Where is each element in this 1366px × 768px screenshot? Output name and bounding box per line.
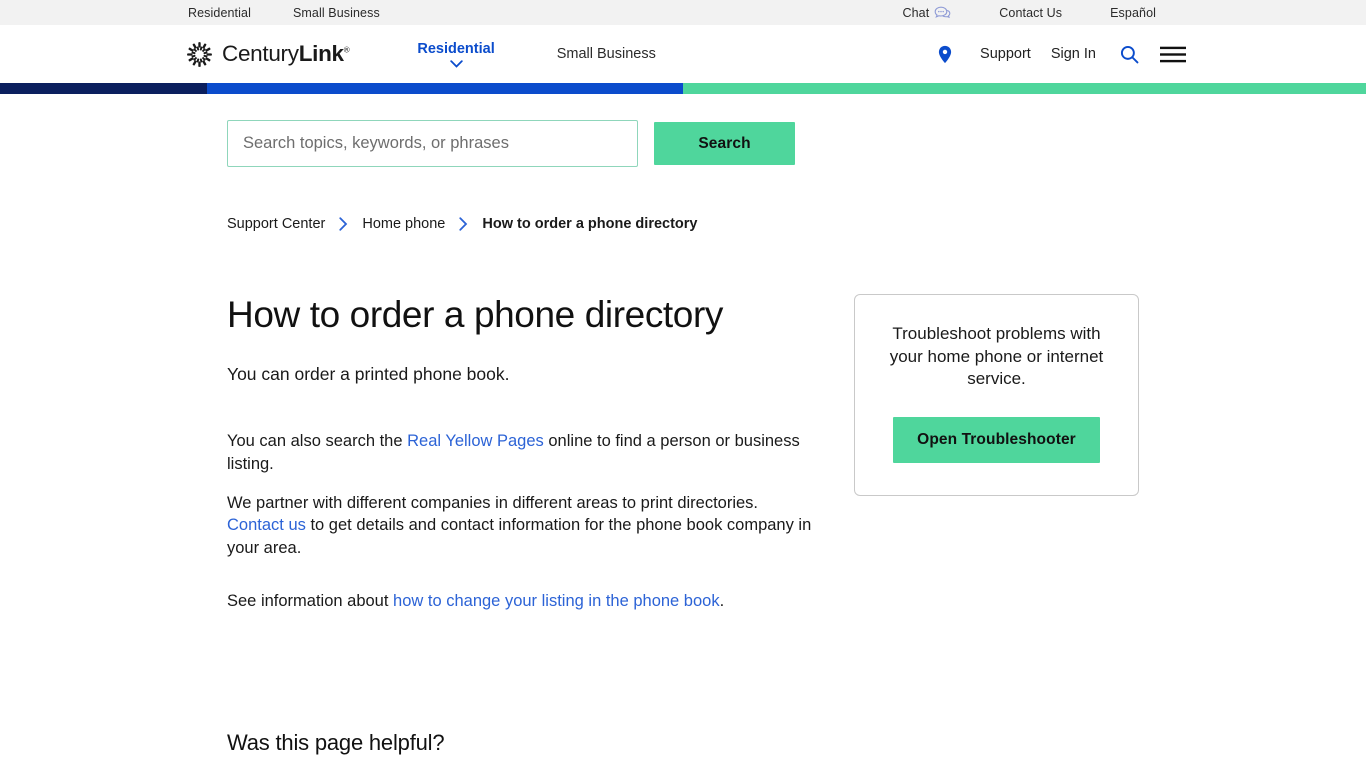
feedback-question: Was this page helpful? <box>227 729 445 755</box>
utility-chat-label: Chat <box>902 5 930 20</box>
link-change-listing[interactable]: how to change your listing in the phone … <box>393 592 720 610</box>
search-input[interactable] <box>227 120 638 167</box>
search-button[interactable]: Search <box>654 122 795 165</box>
paragraph-4-text-before: See information about <box>227 592 394 610</box>
content-container: Search Support Center Home phone How to … <box>227 94 1139 768</box>
article-paragraph-3: We partner with different companies in d… <box>227 492 812 560</box>
article-paragraph-4: See information about how to change your… <box>227 590 812 613</box>
nav-item-small-business-label: Small Business <box>556 46 656 62</box>
utility-bar: Residential Small Business Chat Contact … <box>0 0 1366 25</box>
article-columns: How to order a phone directory You can o… <box>227 294 1139 613</box>
utility-link-chat[interactable]: Chat <box>902 6 951 20</box>
page-body: Search Support Center Home phone How to … <box>0 94 1366 768</box>
breadcrumb-item-support-center[interactable]: Support Center <box>227 216 325 232</box>
utility-link-contact-us[interactable]: Contact Us <box>999 6 1062 20</box>
centurylink-starburst-icon <box>186 41 213 68</box>
color-bar-segment-green <box>683 83 1366 94</box>
utility-link-espanol[interactable]: Español <box>1110 6 1156 20</box>
paragraph-3-text-after: to get details and contact information f… <box>227 516 812 558</box>
article-lede: You can order a printed phone book. <box>227 363 510 384</box>
search-icon[interactable] <box>1120 45 1139 64</box>
header-link-signin[interactable]: Sign In <box>1051 46 1096 62</box>
brand-name-bold: Link <box>298 41 344 66</box>
chevron-right-icon <box>459 217 468 231</box>
utility-link-residential[interactable]: Residential <box>188 6 251 20</box>
article-paragraph-2: You can also search the Real Yellow Page… <box>227 430 812 476</box>
brand-wordmark: CenturyLink® <box>222 41 350 67</box>
hamburger-menu-icon[interactable] <box>1160 46 1186 63</box>
accent-color-bar <box>0 83 1366 94</box>
paragraph-4-text-after: . <box>719 592 725 610</box>
nav-item-residential[interactable]: Residential <box>417 40 495 68</box>
location-pin-icon[interactable] <box>938 45 952 64</box>
color-bar-segment-blue <box>207 83 683 94</box>
header-right-actions: Support Sign In <box>938 45 1186 64</box>
breadcrumb-item-current: How to order a phone directory <box>482 216 698 232</box>
paragraph-2-text-before: You can also search the <box>227 432 408 451</box>
chat-bubble-icon <box>934 6 951 20</box>
nav-item-residential-label: Residential <box>417 40 495 57</box>
utility-link-small-business[interactable]: Small Business <box>293 6 380 20</box>
breadcrumb-item-home-phone[interactable]: Home phone <box>362 216 445 232</box>
brand-trademark: ® <box>343 45 350 55</box>
open-troubleshooter-button[interactable]: Open Troubleshooter <box>893 416 1100 463</box>
paragraph-3-sentence-1: We partner with different companies in d… <box>227 493 759 512</box>
breadcrumb: Support Center Home phone How to order a… <box>227 216 1139 232</box>
utility-bar-left: Residential Small Business <box>188 6 422 20</box>
troubleshooter-card-text: Troubleshoot problems with your home pho… <box>889 324 1104 389</box>
link-contact-us[interactable]: Contact us <box>227 516 306 534</box>
nav-item-small-business[interactable]: Small Business <box>557 46 656 62</box>
main-header: CenturyLink® Residential Small Business … <box>0 25 1366 83</box>
chevron-down-icon <box>449 59 463 68</box>
brand-logo[interactable]: CenturyLink® <box>186 41 350 68</box>
header-link-support[interactable]: Support <box>980 46 1031 62</box>
utility-bar-right: Chat Contact Us Español <box>854 6 1156 20</box>
troubleshooter-card: Troubleshoot problems with your home pho… <box>854 294 1139 496</box>
article-side-column: Troubleshoot problems with your home pho… <box>854 294 1139 613</box>
chevron-right-icon <box>339 217 348 231</box>
support-search-row: Search <box>227 94 1139 167</box>
primary-nav: Residential Small Business <box>417 41 717 68</box>
feedback-section: Was this page helpful? Yes No <box>227 730 1139 768</box>
brand-name-light: Century <box>222 41 299 66</box>
page-title: How to order a phone directory <box>227 294 723 335</box>
link-real-yellow-pages[interactable]: Real Yellow Pages <box>407 432 544 450</box>
article-main-column: How to order a phone directory You can o… <box>227 294 812 613</box>
color-bar-segment-navy <box>0 83 207 94</box>
